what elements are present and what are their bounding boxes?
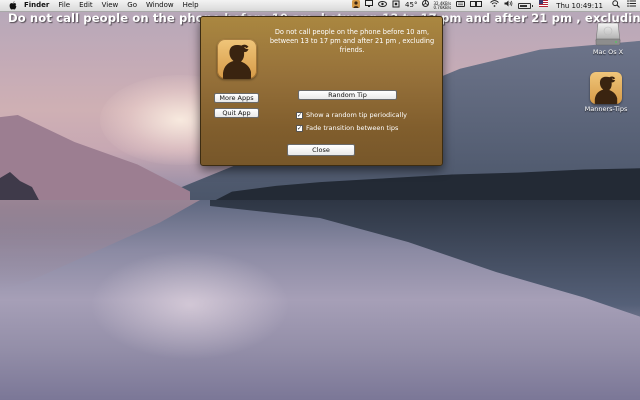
menu-view[interactable]: View — [102, 0, 119, 11]
desktop: Finder File Edit View Go Window Help 45° — [0, 0, 640, 400]
apple-logo-icon[interactable] — [9, 1, 17, 10]
temperature-readout[interactable]: 45° — [405, 0, 417, 11]
menu-go[interactable]: Go — [127, 0, 137, 11]
show-random-tip-label: Show a random tip periodically — [306, 111, 408, 119]
menu-window[interactable]: Window — [146, 0, 174, 11]
network-download-rate: 0.76KB/s — [433, 4, 452, 10]
random-tip-button[interactable]: Random Tip — [298, 90, 397, 100]
desktop-icon-label: Mac Os X — [592, 48, 624, 56]
cpu-monitor-icon[interactable] — [392, 0, 400, 12]
fade-transition-option[interactable]: ✓ Fade transition between tips — [296, 124, 398, 132]
show-random-tip-option[interactable]: ✓ Show a random tip periodically — [296, 111, 407, 119]
fan-icon[interactable] — [422, 0, 430, 11]
notification-center-icon[interactable] — [627, 0, 636, 11]
hard-drive-icon — [595, 19, 621, 47]
screen-sharing-icon[interactable] — [365, 0, 374, 11]
menu-file[interactable]: File — [58, 0, 70, 11]
flag-icon[interactable] — [539, 0, 549, 11]
manners-tips-menu-icon[interactable] — [352, 0, 361, 12]
manners-tips-app-icon — [217, 39, 257, 79]
menu-edit[interactable]: Edit — [79, 0, 93, 11]
show-random-tip-checkbox[interactable]: ✓ — [296, 111, 303, 119]
network-stats[interactable]: 32.4KB/s 0.76KB/s — [433, 1, 452, 10]
menu-clock[interactable]: Thu 10:49:11 — [556, 2, 603, 10]
menu-finder[interactable]: Finder — [24, 0, 49, 11]
desktop-icon-label: Manners-Tips — [584, 105, 628, 113]
fade-transition-label: Fade transition between tips — [306, 124, 399, 132]
quit-app-button[interactable]: Quit App — [214, 108, 259, 118]
desktop-icon-manners-tips[interactable]: Manners-Tips — [580, 72, 632, 113]
display-mirror-icon[interactable] — [470, 0, 483, 11]
battery-icon[interactable] — [518, 2, 534, 9]
battery-level — [520, 4, 528, 7]
keyboard-icon[interactable] — [456, 0, 466, 11]
fade-transition-checkbox[interactable]: ✓ — [296, 124, 303, 132]
wifi-icon[interactable] — [490, 0, 500, 11]
spotlight-search-icon[interactable] — [612, 0, 620, 12]
desktop-icon-mac-os-x[interactable]: Mac Os X — [582, 19, 634, 56]
manners-tips-dialog: Do not call people on the phone before 1… — [200, 16, 443, 166]
more-apps-button[interactable]: More Apps — [214, 93, 259, 103]
manners-tips-app-icon — [590, 72, 622, 104]
tip-text: Do not call people on the phone before 1… — [269, 28, 435, 54]
wallpaper-reflection-glow — [90, 250, 290, 360]
eye-icon[interactable] — [378, 0, 388, 11]
menu-help[interactable]: Help — [183, 0, 199, 11]
close-button[interactable]: Close — [287, 144, 355, 156]
volume-icon[interactable] — [504, 0, 513, 11]
